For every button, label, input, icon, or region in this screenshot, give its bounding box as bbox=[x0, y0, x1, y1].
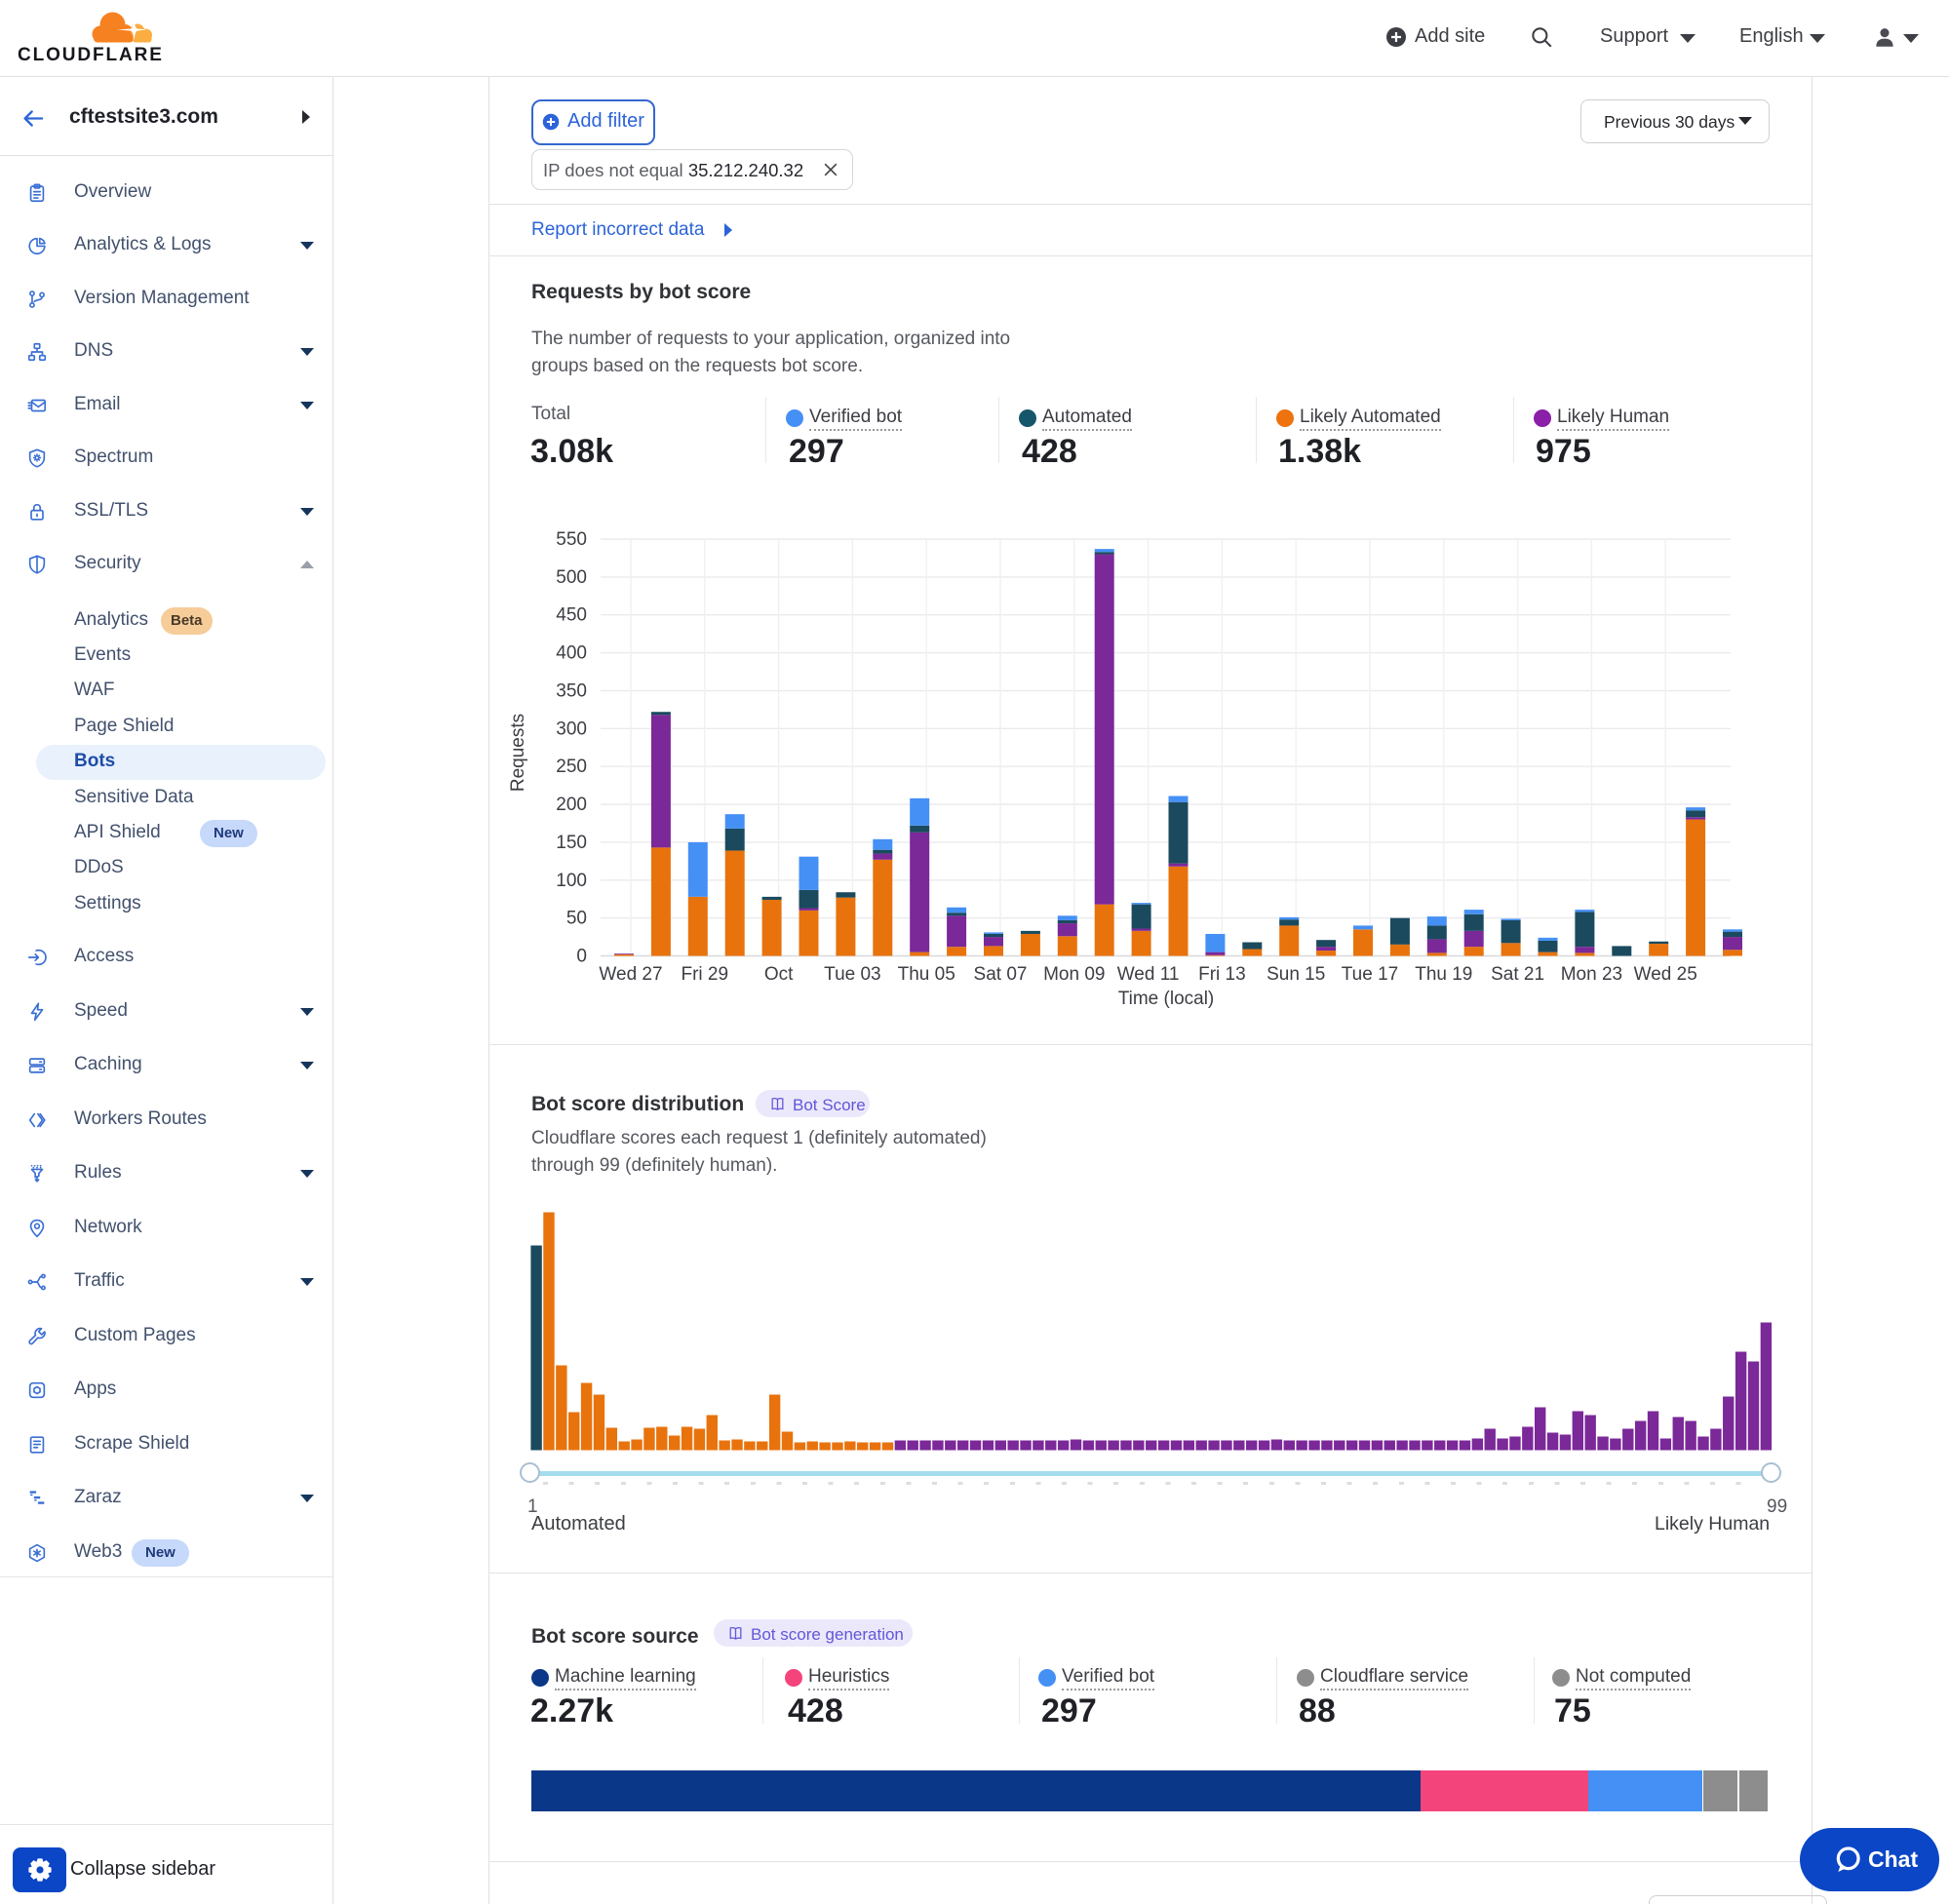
svg-text:0: 0 bbox=[576, 947, 587, 967]
svg-text:Mon 09: Mon 09 bbox=[1043, 964, 1105, 985]
svg-text:200: 200 bbox=[556, 795, 587, 815]
svg-text:450: 450 bbox=[556, 605, 587, 626]
svg-text:Oct: Oct bbox=[764, 964, 794, 985]
svg-text:Mon 23: Mon 23 bbox=[1561, 964, 1622, 985]
svg-text:150: 150 bbox=[556, 833, 587, 853]
svg-text:400: 400 bbox=[556, 643, 587, 664]
svg-text:250: 250 bbox=[556, 757, 587, 777]
svg-text:Thu 05: Thu 05 bbox=[898, 964, 955, 985]
svg-text:Fri 29: Fri 29 bbox=[682, 964, 729, 985]
svg-text:Tue 03: Tue 03 bbox=[824, 964, 880, 985]
svg-text:300: 300 bbox=[556, 719, 587, 739]
svg-text:Fri 13: Fri 13 bbox=[1198, 964, 1246, 985]
svg-text:100: 100 bbox=[556, 871, 587, 891]
svg-text:Sat 07: Sat 07 bbox=[974, 964, 1028, 985]
svg-text:500: 500 bbox=[556, 567, 587, 588]
svg-text:50: 50 bbox=[566, 909, 587, 929]
svg-text:Wed 25: Wed 25 bbox=[1634, 964, 1697, 985]
svg-text:Sun 15: Sun 15 bbox=[1267, 964, 1325, 985]
svg-text:350: 350 bbox=[556, 681, 587, 702]
svg-text:Requests: Requests bbox=[508, 714, 528, 792]
svg-text:Time (local): Time (local) bbox=[1118, 989, 1215, 1009]
svg-text:Wed 27: Wed 27 bbox=[599, 964, 662, 985]
svg-text:Tue 17: Tue 17 bbox=[1342, 964, 1398, 985]
svg-text:Thu 19: Thu 19 bbox=[1415, 964, 1472, 985]
svg-text:Sat 21: Sat 21 bbox=[1491, 964, 1544, 985]
svg-text:550: 550 bbox=[556, 529, 587, 550]
svg-text:Wed 11: Wed 11 bbox=[1117, 964, 1180, 985]
